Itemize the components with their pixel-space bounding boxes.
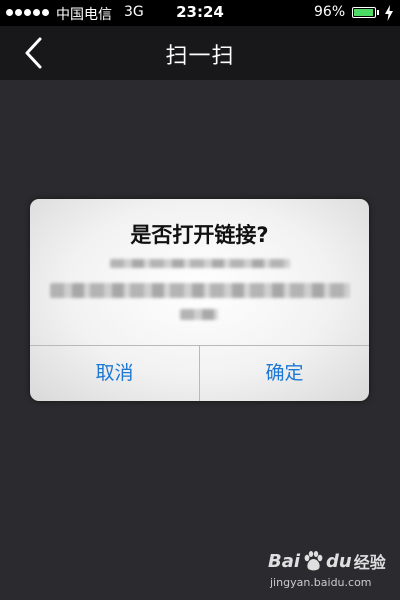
watermark-brand-left: Bai: [268, 550, 301, 572]
confirm-button[interactable]: 确定: [200, 346, 369, 401]
paw-icon: [304, 551, 323, 571]
battery-percent: 96%: [314, 4, 346, 20]
baidu-jingyan-watermark: Bai du 经验 jingyan.baidu.com: [268, 548, 396, 596]
open-link-dialog: 是否打开链接? 取消 确定: [30, 199, 369, 401]
watermark-logo: Bai du 经验: [268, 548, 386, 574]
charging-bolt-icon: [385, 5, 393, 21]
page-title: 扫一扫: [165, 44, 235, 69]
watermark-url: jingyan.baidu.com: [270, 576, 372, 589]
redacted-url-line: [180, 309, 218, 320]
watermark-suffix: 经验: [353, 553, 386, 572]
navigation-bar: 扫一扫: [0, 26, 400, 80]
redacted-url-line: [50, 283, 350, 298]
battery-fill: [354, 9, 374, 16]
watermark-brand-right: du: [326, 550, 352, 572]
battery-icon: [352, 7, 379, 18]
cancel-button[interactable]: 取消: [30, 346, 199, 401]
status-bar: 中国电信 3G 23:24 96%: [0, 0, 400, 26]
dialog-title: 是否打开链接?: [130, 223, 269, 247]
redacted-url-line: [110, 259, 290, 268]
